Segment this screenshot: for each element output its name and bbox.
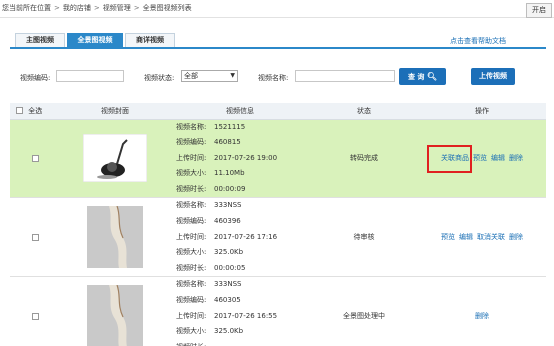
video-status-label: 视频状态: [144, 74, 175, 82]
table-row: 视频名称: 333NSS 视频编码: 460305 上传时间: 2017-07-26 … [10, 276, 546, 346]
info-cell: 视频名称: 333NSS 视频编码: 460396 上传时间: 2017-07-26 … [170, 197, 310, 278]
help-doc-link[interactable]: 点击查看帮助文档 [450, 36, 506, 46]
search-bar: 视频编码: 视频状态: 全部 ▼ 视频名称: 查 询 🔍︎ 上传视频 [0, 68, 554, 86]
field-label: 上传时间: [176, 232, 207, 241]
field-label: 上传时间: [176, 311, 207, 320]
table-header-row: 全选 视频封面 视频信息 状态 操作 [10, 103, 546, 120]
preview-link[interactable]: 预览 [441, 233, 455, 241]
breadcrumb-separator: > [93, 4, 100, 12]
select-all-checkbox[interactable] [16, 107, 23, 115]
breadcrumb-item-shop[interactable]: 我的店铺 [63, 4, 91, 12]
table-row: 视频名称: 333NSS 视频编码: 460396 上传时间: 2017-07-26 … [10, 197, 546, 278]
cover-cell [60, 197, 170, 278]
video-code-input[interactable] [56, 70, 124, 82]
query-button-label: 查 询 [407, 73, 425, 81]
breadcrumb-separator: > [54, 4, 60, 12]
breadcrumb-item-current: 全景图视频列表 [142, 4, 192, 12]
cover-cell [60, 276, 170, 346]
field-label: 视频时长: [176, 263, 207, 272]
field-label: 视频时长: [176, 184, 207, 193]
status-text: 待审核 [310, 197, 418, 278]
field-label: 视频名称: [176, 122, 207, 131]
video-cover-thumbnail[interactable] [87, 285, 143, 346]
row-checkbox-cell [10, 276, 60, 346]
row-checkbox[interactable] [31, 233, 39, 241]
status-text: 全景图处理中 [310, 276, 418, 346]
video-code-label: 视频编码: [20, 74, 51, 82]
field-label: 视频大小: [176, 248, 207, 257]
video-name: 1521115 [214, 122, 246, 131]
header-select-all: 全选 [10, 103, 60, 120]
upload-time: 2017-07-26 19:00 [214, 153, 278, 162]
video-status-value: 全部 [184, 72, 198, 80]
field-label: 视频编码: [176, 138, 207, 147]
tab-main-video[interactable]: 主图视频 [15, 33, 65, 48]
breadcrumb-item-video-manage[interactable]: 视频管理 [103, 4, 131, 12]
field-label: 视频名称: [176, 201, 207, 210]
video-size: 11.10Mb [214, 169, 245, 178]
upload-time: 2017-07-26 17:16 [214, 232, 278, 241]
open-button[interactable]: 开启 [526, 3, 552, 18]
field-label: 视频大小: [176, 327, 207, 336]
tab-panorama-video[interactable]: 全景图视频 [67, 33, 123, 48]
upload-time: 2017-07-26 16:55 [214, 311, 278, 320]
video-code: 460305 [214, 296, 241, 305]
upload-video-button[interactable]: 上传视频 [471, 68, 515, 85]
field-label: 上传时间: [176, 153, 207, 162]
video-size: 325.0Kb [214, 248, 244, 257]
video-name: 333NSS [214, 280, 242, 289]
video-duration: 00:00:05 [214, 263, 246, 272]
info-cell: 视频名称: 333NSS 视频编码: 460305 上传时间: 2017-07-26 … [170, 276, 310, 346]
delete-link[interactable]: 删除 [475, 312, 489, 320]
field-label: 视频名称: [176, 280, 207, 289]
tab-underline [10, 47, 546, 49]
top-bar: 您当前所在位置 > 我的店铺 > 视频管理 > 全景图视频列表 开启 [0, 0, 554, 18]
video-status-select[interactable]: 全部 ▼ [181, 70, 238, 82]
header-status: 状态 [310, 103, 418, 120]
search-icon: 🔍︎ [426, 72, 438, 81]
query-button[interactable]: 查 询 🔍︎ [399, 68, 446, 85]
preview-link[interactable]: 预览 [473, 154, 487, 162]
actions-cell: 删除 [418, 276, 546, 346]
video-duration: 00:00:09 [214, 184, 246, 193]
header-info: 视频信息 [170, 103, 310, 120]
field-label: 视频编码: [176, 296, 207, 305]
field-label: 视频编码: [176, 217, 207, 226]
video-size: 325.0Kb [214, 327, 244, 336]
video-name-input[interactable] [295, 70, 395, 82]
status-text: 转码完成 [310, 119, 418, 199]
breadcrumb: 您当前所在位置 > 我的店铺 > 视频管理 > 全景图视频列表 [2, 3, 192, 13]
video-cover-thumbnail[interactable] [83, 134, 147, 183]
tab-detail-video[interactable]: 商详视频 [125, 33, 175, 48]
video-cover-thumbnail[interactable] [87, 206, 143, 269]
delete-link[interactable]: 删除 [509, 154, 523, 162]
highlight-annotation-box [427, 145, 472, 173]
row-checkbox[interactable] [31, 154, 39, 162]
field-label: 视频大小: [176, 169, 207, 178]
unlink-link[interactable]: 取消关联 [477, 233, 505, 241]
header-cover: 视频封面 [60, 103, 170, 120]
header-actions: 操作 [418, 103, 546, 120]
edit-link[interactable]: 编辑 [459, 233, 473, 241]
breadcrumb-separator: > [133, 4, 140, 12]
video-name: 333NSS [214, 201, 242, 210]
video-name-label: 视频名称: [258, 74, 289, 82]
video-code: 460815 [214, 138, 241, 147]
row-checkbox-cell [10, 119, 60, 199]
video-table: 全选 视频封面 视频信息 状态 操作 视频名称: 1521115 视频编码: 4… [10, 103, 546, 346]
breadcrumb-prefix: 您当前所在位置 [2, 4, 51, 12]
select-all-label: 全选 [28, 106, 43, 115]
delete-link[interactable]: 删除 [509, 233, 523, 241]
row-checkbox[interactable] [31, 312, 39, 320]
dropdown-arrow-icon: ▼ [230, 72, 235, 79]
info-cell: 视频名称: 1521115 视频编码: 460815 上传时间: 2017-07-26… [170, 119, 310, 199]
cover-cell [60, 119, 170, 199]
field-label: 视频时长: [176, 340, 214, 346]
actions-cell: 预览 编辑 取消关联 删除 [418, 197, 546, 278]
edit-link[interactable]: 编辑 [491, 154, 505, 162]
video-code: 460396 [214, 217, 241, 226]
row-checkbox-cell [10, 197, 60, 278]
